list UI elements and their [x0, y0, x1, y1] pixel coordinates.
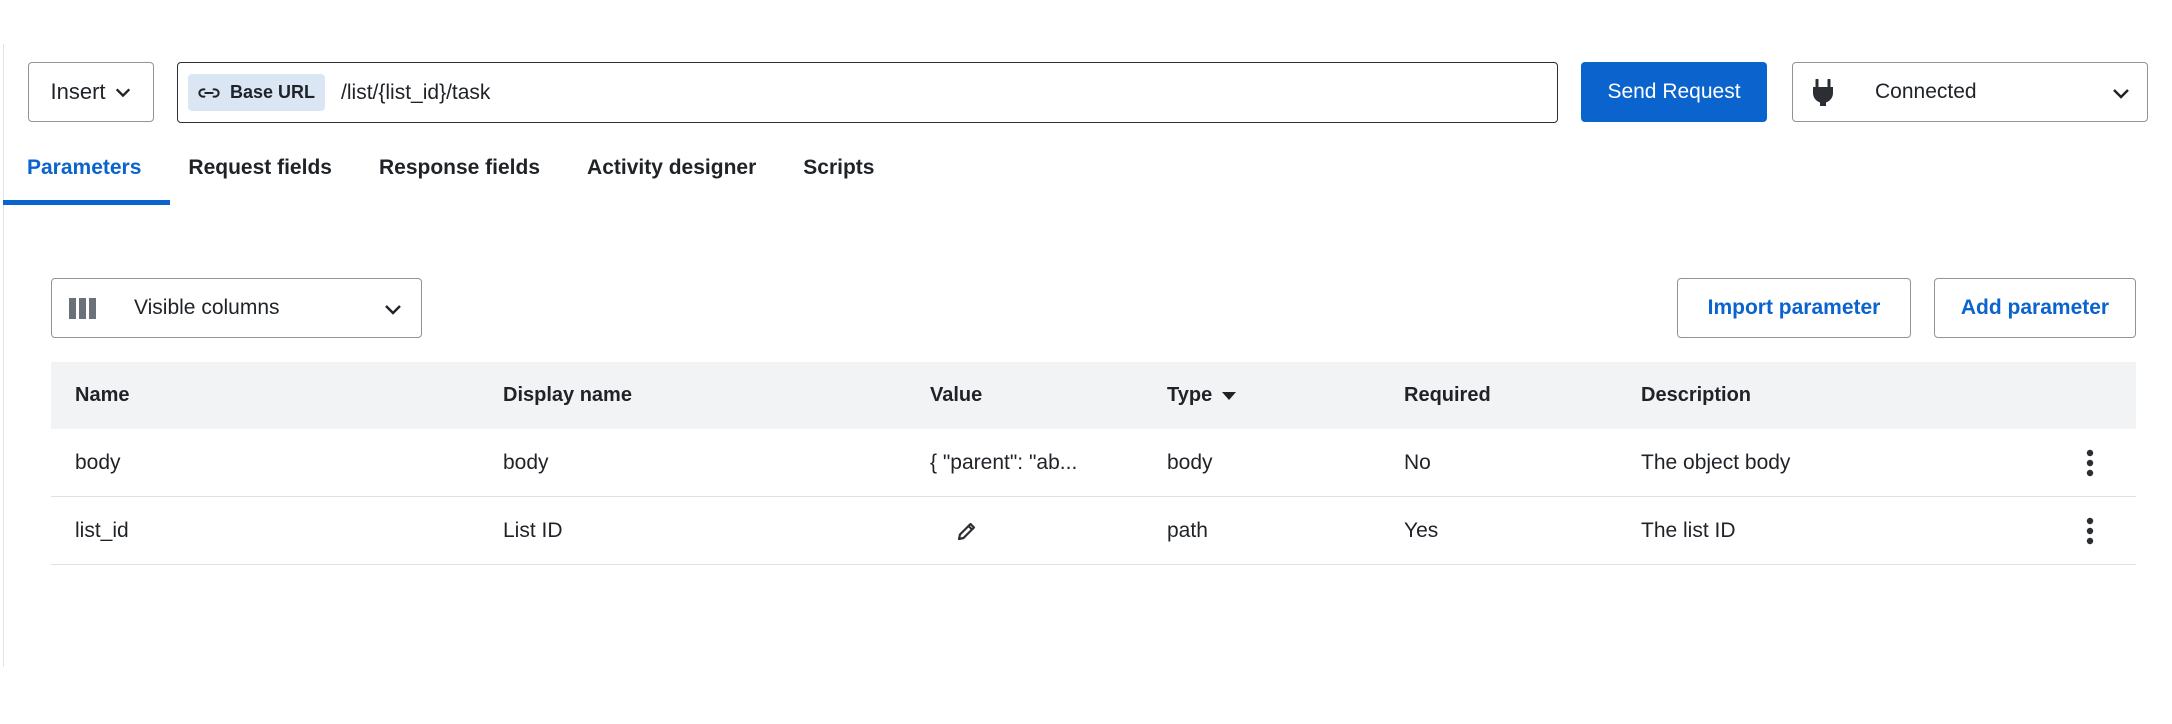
insert-label: Insert — [50, 79, 106, 104]
cell-description: The object body — [1641, 450, 1791, 474]
chevron-down-icon — [2113, 89, 2129, 99]
parameters-table: Name Display name Value Type Required De… — [51, 362, 2136, 565]
url-input[interactable]: Base URL /list/{list_id}/task — [177, 62, 1558, 123]
column-header-description[interactable]: Description — [1641, 362, 1751, 429]
cell-value[interactable]: { "parent": "ab... — [930, 429, 1077, 496]
api-request-editor: Insert Base URL /list/{list_id}/task Sen… — [0, 0, 2172, 724]
cell-required: Yes — [1404, 518, 1439, 542]
cell-description: The list ID — [1641, 518, 1736, 542]
tab-response-fields[interactable]: Response fields — [379, 148, 540, 206]
sort-descending-icon — [1222, 391, 1237, 400]
table-row[interactable]: list_id List ID path Yes The list ID — [51, 497, 2136, 565]
table-row[interactable]: body body { "parent": "ab... body No The… — [51, 429, 2136, 497]
cell-name: body — [75, 450, 121, 474]
import-parameter-button[interactable]: Import parameter — [1677, 278, 1911, 338]
add-parameter-button[interactable]: Add parameter — [1934, 278, 2136, 338]
cell-display-name: body — [503, 450, 549, 474]
cell-name: list_id — [75, 518, 129, 542]
more-options-icon[interactable] — [2086, 449, 2094, 477]
insert-dropdown[interactable]: Insert — [28, 62, 154, 122]
active-tab-indicator — [3, 200, 170, 205]
connection-select[interactable]: Connected — [1792, 62, 2148, 122]
cell-display-name: List ID — [503, 518, 563, 542]
plug-icon — [1813, 79, 1833, 106]
table-header: Name Display name Value Type Required De… — [51, 362, 2136, 429]
tab-bar: Parameters Request fields Response field… — [0, 148, 874, 206]
columns-icon — [69, 298, 96, 319]
cell-required: No — [1404, 450, 1431, 474]
url-path-text: /list/{list_id}/task — [341, 80, 491, 104]
tab-parameters[interactable]: Parameters — [27, 148, 141, 206]
base-url-label: Base URL — [230, 82, 316, 102]
tab-scripts[interactable]: Scripts — [803, 148, 874, 206]
visible-columns-select[interactable]: Visible columns — [51, 278, 422, 338]
chevron-down-icon — [385, 305, 401, 315]
chevron-down-icon — [115, 88, 130, 98]
column-header-display-name[interactable]: Display name — [503, 362, 632, 429]
column-header-required[interactable]: Required — [1404, 362, 1491, 429]
cell-type: path — [1167, 518, 1208, 542]
visible-columns-label: Visible columns — [134, 296, 280, 319]
pencil-icon[interactable] — [955, 519, 979, 543]
column-header-value[interactable]: Value — [930, 362, 982, 429]
send-request-button[interactable]: Send Request — [1581, 62, 1767, 122]
link-icon — [198, 87, 220, 98]
connection-status-label: Connected — [1875, 80, 1977, 103]
column-header-type[interactable]: Type — [1167, 362, 1237, 429]
base-url-chip[interactable]: Base URL — [188, 74, 326, 111]
cell-value[interactable] — [955, 497, 979, 564]
tab-activity-designer[interactable]: Activity designer — [587, 148, 756, 206]
tab-request-fields[interactable]: Request fields — [188, 148, 332, 206]
cell-type: body — [1167, 450, 1213, 474]
more-options-icon[interactable] — [2086, 517, 2094, 545]
column-header-type-label: Type — [1167, 384, 1213, 406]
left-divider — [3, 44, 4, 667]
column-header-name[interactable]: Name — [75, 362, 129, 429]
